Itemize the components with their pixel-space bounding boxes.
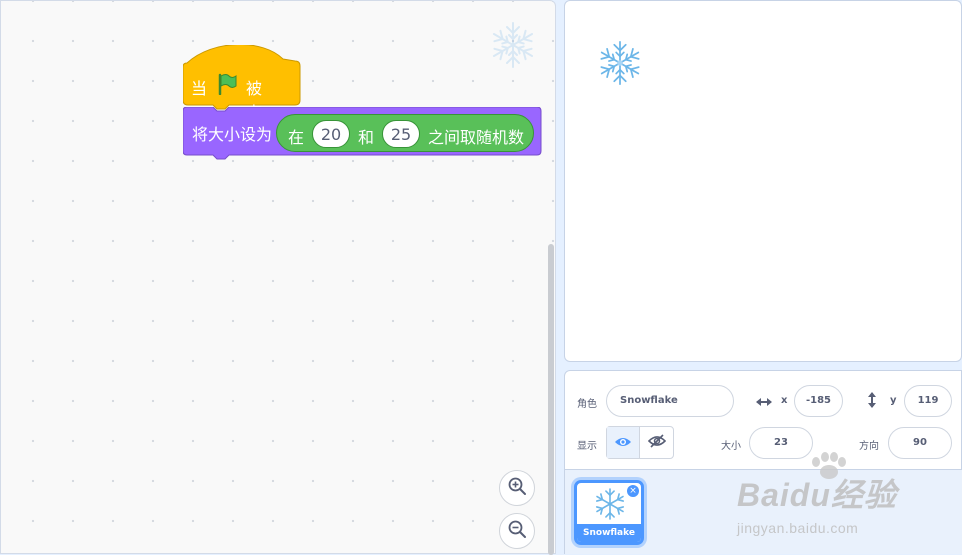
x-label: x [781,395,788,406]
green-flag-icon [216,73,238,99]
show-toggle-group [606,426,674,459]
pick-random-operator[interactable]: 在 20 和 25 之间取随机数 [276,114,534,152]
show-sprite-button[interactable] [607,427,641,458]
y-label: y [890,395,897,406]
direction-label: 方向 [859,441,879,452]
y-position-field[interactable]: 119 [904,385,952,417]
zoom-out-icon [507,519,527,543]
zoom-in-button[interactable] [499,470,535,506]
watermark-url: jingyan.baidu.com [737,520,859,536]
operator-suffix: 之间取随机数 [428,128,525,147]
sprite-name-label: 角色 [577,399,597,410]
size-field[interactable]: 23 [749,427,813,459]
sprite-name-field[interactable]: Snowflake [606,385,734,417]
operator-mid: 和 [358,128,375,147]
stage[interactable] [564,0,962,362]
delete-sprite-icon[interactable]: × [627,485,639,497]
eye-icon [614,433,632,452]
zoom-out-button[interactable] [499,513,535,549]
operator-prefix: 在 [288,128,305,147]
zoom-in-icon [507,476,527,500]
size-label: 大小 [721,441,741,452]
sprite-tile-snowflake[interactable]: × Snowflake [574,480,644,545]
snowflake-sprite-watermark-icon [488,20,538,74]
code-workspace[interactable]: 当 被点击 将大小设为 在 20 和 25 之间取随机数 [0,0,556,555]
snowflake-sprite-on-stage[interactable] [596,39,644,91]
x-arrows-icon [755,393,773,412]
eye-slash-icon [647,433,666,452]
code-vertical-scrollbar[interactable] [548,244,554,555]
hat-block-prefix: 当 [191,79,208,98]
set-size-block[interactable]: 将大小设为 在 20 和 25 之间取随机数 [183,107,542,161]
direction-field[interactable]: 90 [888,427,952,459]
show-label: 显示 [577,441,597,452]
hide-sprite-button[interactable] [640,427,673,458]
set-size-label: 将大小设为 [192,125,273,144]
random-to-input[interactable]: 25 [382,120,420,148]
snowflake-thumbnail-icon [593,487,627,525]
baidu-jingyan-watermark: Baidu经验 jingyan.baidu.com [737,470,897,536]
sprite-info-panel: 角色 Snowflake x -185 y 119 显示 大小 23 方向 90 [564,370,962,470]
sprite-tile-name: Snowflake [577,524,641,542]
y-arrows-icon [866,391,878,413]
random-from-input[interactable]: 20 [312,120,350,148]
x-position-field[interactable]: -185 [794,385,843,417]
watermark-logo: Baidu经验 [737,477,897,513]
